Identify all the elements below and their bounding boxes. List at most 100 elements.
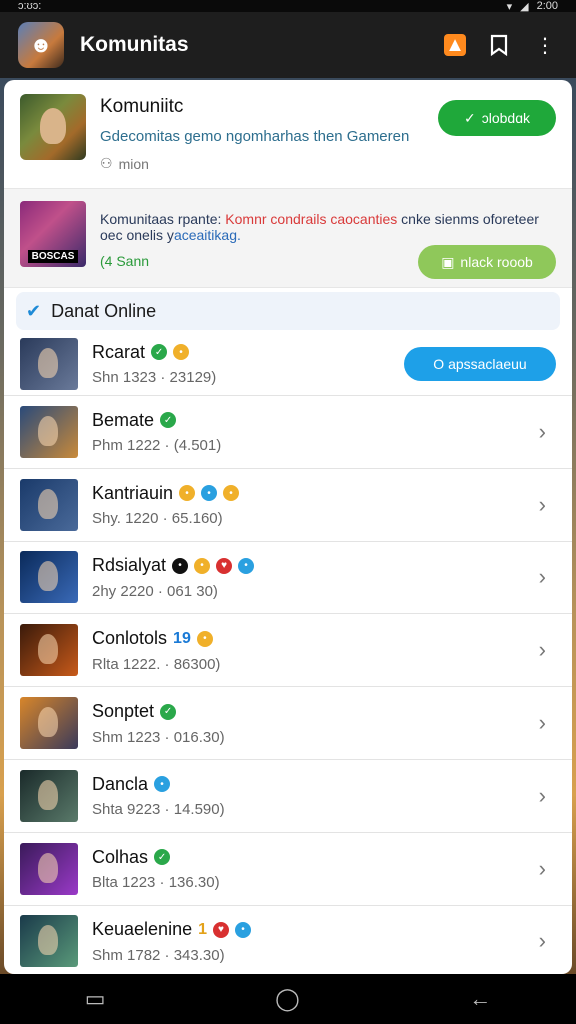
member-meta: Shm 1223 · 016.30) xyxy=(92,728,225,746)
promo-thumb-label: BOSCAS xyxy=(27,250,79,263)
join-button[interactable]: ✓ ɔlobdɑk xyxy=(438,100,556,136)
promo-text-c: caocanties xyxy=(330,211,398,227)
more-vertical-icon[interactable]: ⋮ xyxy=(532,32,558,58)
member-name: Rcarat xyxy=(92,341,146,362)
promo-button-label: nlack rooob xyxy=(460,254,533,270)
badge-icon: • xyxy=(179,485,196,502)
member-meta: Shta 9223 · 14.590) xyxy=(92,801,225,819)
member-name: Sonptet xyxy=(92,701,155,722)
chevron-right-icon[interactable]: › xyxy=(539,928,546,954)
badge-icon: ✓ xyxy=(151,344,168,360)
join-button-label: ɔlobdɑk xyxy=(481,110,530,126)
recent-apps-icon[interactable]: ▭ xyxy=(85,986,106,1012)
community-header: Komuniitc Gdecomitas gemo ngomharhas the… xyxy=(4,80,572,188)
member-row[interactable]: Sonptet ✓ Shm 1223 · 016.30) › xyxy=(4,687,572,760)
member-avatar xyxy=(20,551,78,604)
promo-text-b: Komnr condrails xyxy=(225,211,327,227)
verified-icon: ✔ xyxy=(26,300,42,321)
status-bar: ɔ:ʊɔ: ▾ ◢ 2:00 xyxy=(0,0,576,13)
member-row[interactable]: Rdsialyat • • ♥ • 2hy 2220 · 061 30) › xyxy=(4,542,572,615)
member-meta: Shy. 1220 · 65.160) xyxy=(92,510,223,528)
badge-icon: ✓ xyxy=(154,849,171,866)
check-icon: ✓ xyxy=(464,109,476,126)
badge-icon: • xyxy=(194,557,211,574)
member-row[interactable]: Rcarat ✓ • Shn 1323 · 23129) O apssaclaeuu xyxy=(4,332,572,396)
badge-icon: ♥ xyxy=(216,557,233,574)
app-title: Komunitas xyxy=(80,33,189,56)
section-header: ✔ Danat Online xyxy=(16,292,560,330)
badge-icon: • xyxy=(201,485,218,502)
member-name: Conlotols xyxy=(92,628,168,649)
member-avatar xyxy=(20,697,78,750)
member-name: Colhas xyxy=(92,846,149,867)
member-meta: Blta 1223 · 136.30) xyxy=(92,874,220,892)
signal-icon: ◢ xyxy=(520,0,529,13)
member-avatar xyxy=(20,915,78,968)
member-avatar xyxy=(20,478,78,531)
member-name: Bemate xyxy=(92,409,155,430)
member-name: Kantriauin xyxy=(92,482,174,503)
member-level: 19 xyxy=(173,629,191,647)
bookmark-icon[interactable] xyxy=(486,32,512,58)
status-time: 2:00 xyxy=(536,0,558,12)
message-button[interactable]: O apssaclaeuu xyxy=(404,346,556,381)
store-icon[interactable]: ▲ xyxy=(444,34,466,56)
badge-icon: • xyxy=(196,630,213,647)
chevron-right-icon[interactable]: › xyxy=(539,419,546,445)
navigation-bar: ▭ ◯ ← xyxy=(0,974,576,1024)
member-avatar xyxy=(20,337,78,390)
member-avatar xyxy=(20,405,78,458)
member-meta: 2hy 2220 · 061 30) xyxy=(92,582,218,600)
member-name: Rdsialyat xyxy=(92,555,167,576)
community-card: Komuniitc Gdecomitas gemo ngomharhas the… xyxy=(4,80,572,974)
section-title: Danat Online xyxy=(51,300,157,321)
community-thumbnail xyxy=(20,94,86,160)
promo-text-a: Komunitaas rpante: xyxy=(100,211,222,227)
badge-icon: • xyxy=(154,776,171,793)
member-row[interactable]: Dancla • Shta 9223 · 14.590) › xyxy=(4,760,572,833)
member-name: Keuaelenine xyxy=(92,919,193,940)
chevron-right-icon[interactable]: › xyxy=(539,783,546,809)
member-row[interactable]: Conlotols 19 • Rlta 1222. · 86300) › xyxy=(4,614,572,688)
member-level: 1 xyxy=(198,920,207,938)
badge-icon: • xyxy=(173,344,190,360)
member-avatar xyxy=(20,842,78,895)
app-logo[interactable]: ☻ xyxy=(18,22,64,68)
badge-icon: ✓ xyxy=(160,412,177,429)
chevron-right-icon[interactable]: › xyxy=(539,710,546,736)
member-meta: Phm 1222 · (4.501) xyxy=(92,437,222,455)
community-members: ⚇ mion xyxy=(100,155,556,172)
status-left: ɔ:ʊɔ: xyxy=(18,0,42,12)
member-row[interactable]: Keuaelenine 1 ♥ • Shm 1782 · 343.30) › xyxy=(4,906,572,974)
member-row[interactable]: Colhas ✓ Blta 1223 · 136.30) › xyxy=(4,833,572,906)
badge-icon: ♥ xyxy=(213,921,229,938)
member-row[interactable]: Kantriauin • • • Shy. 1220 · 65.160) › xyxy=(4,469,572,542)
member-avatar xyxy=(20,624,78,677)
badge-icon: • xyxy=(235,921,251,938)
wifi-icon: ▾ xyxy=(506,0,513,13)
gift-icon: ▣ xyxy=(441,253,455,270)
member-name: Dancla xyxy=(92,773,149,794)
member-list: Rcarat ✓ • Shn 1323 · 23129) O apssaclaeuu Be… xyxy=(4,332,572,974)
badge-icon: • xyxy=(223,485,240,502)
home-icon[interactable]: ◯ xyxy=(275,986,300,1012)
member-meta: Rlta 1222. · 86300) xyxy=(92,655,221,673)
back-icon[interactable]: ← xyxy=(469,986,491,1012)
chevron-right-icon[interactable]: › xyxy=(539,492,546,518)
chevron-right-icon[interactable]: › xyxy=(539,564,546,590)
promo-thumbnail: BOSCAS xyxy=(20,201,86,267)
member-avatar xyxy=(20,769,78,822)
member-row[interactable]: Bemate ✓ Phm 1222 · (4.501) › xyxy=(4,396,572,469)
chevron-right-icon[interactable]: › xyxy=(539,637,546,663)
chevron-right-icon[interactable]: › xyxy=(539,856,546,882)
users-icon: ⚇ xyxy=(100,155,113,171)
promo-button[interactable]: ▣ nlack rooob xyxy=(418,245,556,279)
member-meta: Shm 1782 · 343.30) xyxy=(92,946,225,964)
promo-text: Komunitaas rpante: Komnr condrails caoca… xyxy=(100,211,556,243)
badge-icon: • xyxy=(238,557,255,574)
badge-icon: • xyxy=(172,557,189,574)
app-bar: ☻ Komunitas ▲ ⋮ xyxy=(0,12,576,78)
community-members-label: mion xyxy=(118,155,149,172)
promo-banner[interactable]: BOSCAS Komunitaas rpante: Komnr condrail… xyxy=(4,188,572,288)
promo-text-e: aceaitikag. xyxy=(173,227,241,243)
